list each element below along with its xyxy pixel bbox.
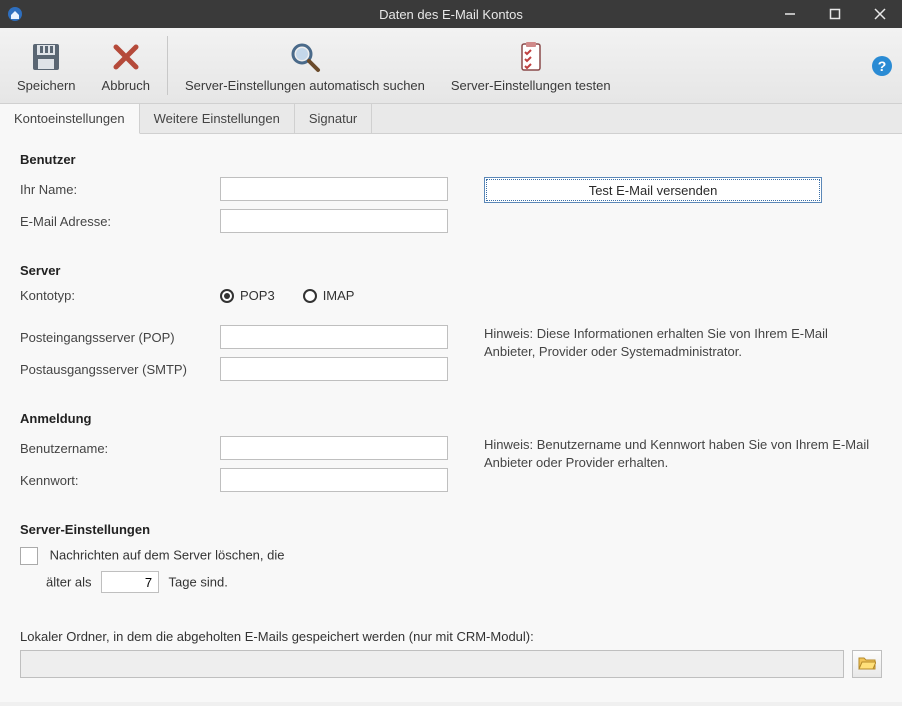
username-field[interactable] bbox=[220, 436, 448, 460]
section-server: Server bbox=[20, 263, 882, 278]
auto-detect-label: Server-Einstellungen automatisch suchen bbox=[185, 78, 425, 93]
section-user: Benutzer bbox=[20, 152, 882, 167]
cancel-label: Abbruch bbox=[102, 78, 150, 93]
tabstrip: Kontoeinstellungen Weitere Einstellungen… bbox=[0, 104, 902, 134]
tab-signature[interactable]: Signatur bbox=[295, 104, 372, 133]
folder-icon bbox=[858, 655, 876, 674]
radio-imap-label: IMAP bbox=[323, 288, 355, 303]
search-icon bbox=[288, 40, 322, 74]
radio-pop3[interactable]: POP3 bbox=[220, 288, 275, 303]
save-icon bbox=[29, 40, 63, 74]
tab-more-settings[interactable]: Weitere Einstellungen bbox=[140, 104, 295, 133]
radio-dot-icon bbox=[303, 289, 317, 303]
cancel-button[interactable]: Abbruch bbox=[89, 28, 163, 103]
password-field[interactable] bbox=[220, 468, 448, 492]
email-field[interactable] bbox=[220, 209, 448, 233]
tab-panel-account: Benutzer Ihr Name: E-Mail Adresse: Test … bbox=[0, 134, 902, 702]
maximize-button[interactable] bbox=[812, 0, 857, 28]
radio-pop3-label: POP3 bbox=[240, 288, 275, 303]
test-server-button[interactable]: Server-Einstellungen testen bbox=[438, 28, 624, 103]
label-outgoing-server: Postausgangsserver (SMTP) bbox=[20, 362, 220, 377]
radio-dot-icon bbox=[220, 289, 234, 303]
label-incoming-server: Posteingangsserver (POP) bbox=[20, 330, 220, 345]
outgoing-server-field[interactable] bbox=[220, 357, 448, 381]
checklist-icon bbox=[514, 40, 548, 74]
local-folder-field[interactable] bbox=[20, 650, 844, 678]
radio-imap[interactable]: IMAP bbox=[303, 288, 355, 303]
label-email: E-Mail Adresse: bbox=[20, 214, 220, 229]
cancel-icon bbox=[109, 40, 143, 74]
delete-on-server-checkbox[interactable] bbox=[20, 547, 38, 565]
label-password: Kennwort: bbox=[20, 473, 220, 488]
label-account-type: Kontotyp: bbox=[20, 288, 220, 303]
label-local-folder: Lokaler Ordner, in dem die abgeholten E-… bbox=[20, 629, 882, 644]
window-controls bbox=[767, 0, 902, 28]
send-test-email-button[interactable]: Test E-Mail versenden bbox=[484, 177, 822, 203]
titlebar: Daten des E-Mail Kontos bbox=[0, 0, 902, 28]
help-icon[interactable]: ? bbox=[872, 56, 892, 76]
login-hint: Hinweis: Benutzername und Kennwort haben… bbox=[484, 436, 882, 472]
incoming-server-field[interactable] bbox=[220, 325, 448, 349]
label-your-name: Ihr Name: bbox=[20, 182, 220, 197]
delete-on-server-text-pre: Nachrichten auf dem Server löschen, die bbox=[50, 547, 285, 562]
server-hint: Hinweis: Diese Informationen erhalten Si… bbox=[484, 325, 882, 361]
save-label: Speichern bbox=[17, 78, 76, 93]
minimize-button[interactable] bbox=[767, 0, 812, 28]
toolbar-separator bbox=[167, 36, 168, 95]
test-server-label: Server-Einstellungen testen bbox=[451, 78, 611, 93]
section-server-settings: Server-Einstellungen bbox=[20, 522, 882, 537]
days-old-field[interactable] bbox=[101, 571, 159, 593]
section-login: Anmeldung bbox=[20, 411, 882, 426]
browse-folder-button[interactable] bbox=[852, 650, 882, 678]
auto-detect-button[interactable]: Server-Einstellungen automatisch suchen bbox=[172, 28, 438, 103]
label-username: Benutzername: bbox=[20, 441, 220, 456]
close-button[interactable] bbox=[857, 0, 902, 28]
tab-account-settings[interactable]: Kontoeinstellungen bbox=[0, 104, 140, 134]
toolbar: Speichern Abbruch Server-Einstellungen a… bbox=[0, 28, 902, 104]
your-name-field[interactable] bbox=[220, 177, 448, 201]
save-button[interactable]: Speichern bbox=[4, 28, 89, 103]
delete-on-server-text-post: Tage sind. bbox=[169, 575, 228, 590]
account-type-radiogroup: POP3 IMAP bbox=[220, 288, 354, 303]
delete-on-server-text-mid: älter als bbox=[46, 575, 92, 590]
